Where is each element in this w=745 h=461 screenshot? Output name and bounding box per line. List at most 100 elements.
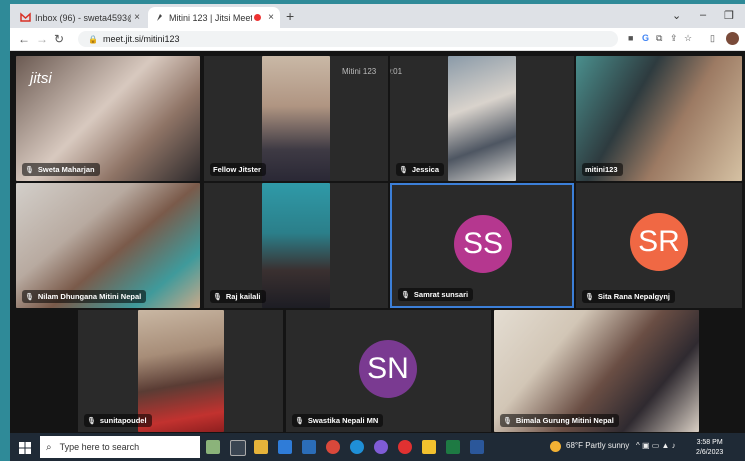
participant-video <box>448 56 516 181</box>
store-icon[interactable] <box>302 440 316 454</box>
avatar: SN <box>359 340 417 398</box>
participant-name: Nilam Dhungana Mitini Nepal <box>37 292 142 301</box>
weather-text[interactable]: 68°F Partly sunny <box>566 441 629 450</box>
meeting-room-name: Mitini 123 <box>342 67 377 76</box>
lock-icon: 🔒 <box>88 34 98 44</box>
tray-icons[interactable]: ^ ▣ ▭ ▲ ♪ <box>636 441 676 450</box>
participant-video <box>262 183 330 308</box>
participant-name: Swastika Nepali MN <box>307 416 379 425</box>
forward-arrow-icon[interactable]: → <box>36 32 48 46</box>
tab-jitsi[interactable]: Mitini 123 | Jitsi Meet × <box>148 7 280 28</box>
camera-indicator-icon[interactable]: ■ <box>628 33 633 43</box>
address-bar[interactable]: 🔒 meet.jit.si/mitini123 <box>78 31 618 47</box>
reload-icon[interactable]: ↻ <box>54 32 64 46</box>
participant-name-tag: 🎙 sunitapoudel <box>84 414 152 427</box>
participant-name-tag: 🎙 Nilam Dhungana Mitini Nepal <box>22 290 147 303</box>
video-grid: jitsi 🎙 Sweta Maharjan Mitini 123 Fellow … <box>10 51 745 433</box>
mic-icon: 🎙 <box>87 417 96 425</box>
tab-gmail-label: Inbox (96) - sweta4593@gmail.c <box>35 12 131 23</box>
participant-name: Bimala Gurung Mitini Nepal <box>515 416 614 425</box>
close-icon[interactable]: × <box>134 12 140 23</box>
mic-icon: 🎙 <box>585 293 594 301</box>
participant-name: Fellow Jitster <box>213 165 261 174</box>
file-explorer-icon[interactable] <box>254 440 268 454</box>
close-icon[interactable]: × <box>268 12 274 23</box>
taskbar-clock[interactable]: 3:58 PM 2/6/2023 <box>696 438 723 458</box>
participant-name-tag: Fellow Jitster <box>210 163 266 176</box>
participant-tile[interactable]: SN 🎙 Swastika Nepali MN <box>286 310 491 432</box>
participant-tile[interactable]: 🎙 Bimala Gurung Mitini Nepal <box>494 310 699 432</box>
google-icon[interactable]: G <box>642 33 649 43</box>
chrome-icon[interactable] <box>326 440 340 454</box>
avatar: SS <box>454 215 512 273</box>
participant-name: Samrat sunsari <box>413 290 469 299</box>
tab-jitsi-label: Mitini 123 | Jitsi Meet <box>169 12 253 23</box>
restore-icon[interactable]: ❐ <box>724 9 734 22</box>
clock-time: 3:58 PM <box>696 439 723 446</box>
url-text: meet.jit.si/mitini123 <box>102 34 180 44</box>
back-arrow-icon[interactable]: ← <box>18 32 30 46</box>
mic-icon: 🎙 <box>503 417 512 425</box>
windows-taskbar: ⌕ Type here to search 68°F Partly sunny … <box>10 433 745 461</box>
tab-gmail[interactable]: Inbox (96) - sweta4593@gmail.c × <box>14 7 146 28</box>
mic-icon: 🎙 <box>399 166 408 174</box>
new-tab-button[interactable]: + <box>286 8 294 24</box>
gmail-icon <box>20 12 31 23</box>
screen: Inbox (96) - sweta4593@gmail.c × Mitini … <box>10 4 745 461</box>
jitsi-logo: jitsi <box>30 70 52 87</box>
sidebar-icon[interactable]: ▯ <box>710 33 715 44</box>
participant-tile[interactable]: 59:01 🎙Jessica <box>390 56 574 181</box>
participant-name-tag: 🎙 Swastika Nepali MN <box>292 414 384 427</box>
participant-name-tag: 🎙 Sweta Maharjan <box>22 163 100 176</box>
share-icon[interactable]: ⇪ <box>670 33 678 44</box>
excel-icon[interactable] <box>446 440 460 454</box>
participant-tile[interactable]: 🎙 Raj kailali <box>204 183 388 308</box>
browser-toolbar: ← → ↻ 🔒 meet.jit.si/mitini123 ■ G ⧉ ⇪ ☆ … <box>10 28 745 51</box>
search-highlight-icon[interactable] <box>206 440 220 454</box>
participant-name: Raj kailali <box>225 292 261 301</box>
translate-icon[interactable]: ⧉ <box>656 33 662 44</box>
participant-name: Sita Rana Nepalgynj <box>597 292 670 301</box>
avatar: SR <box>630 213 688 271</box>
viber-icon[interactable] <box>374 440 388 454</box>
participant-tile[interactable]: SS 🎙 Samrat sunsari <box>390 183 574 308</box>
jitsi-tab-icon <box>154 12 165 23</box>
participant-name-tag: mitini123 <box>582 163 623 176</box>
participant-name: sunitapoudel <box>99 416 147 425</box>
bookmark-star-icon[interactable]: ☆ <box>684 33 692 44</box>
mail-icon[interactable] <box>278 440 292 454</box>
participant-tile[interactable]: SR 🎙 Sita Rana Nepalgynj <box>576 183 742 308</box>
sticky-notes-icon[interactable] <box>422 440 436 454</box>
participant-tile[interactable]: jitsi 🎙 Sweta Maharjan <box>16 56 200 181</box>
browser-tab-strip: Inbox (96) - sweta4593@gmail.c × Mitini … <box>10 4 745 28</box>
participant-tile[interactable]: mitini123 <box>576 56 742 181</box>
search-placeholder: Type here to search <box>59 442 140 452</box>
search-icon: ⌕ <box>46 441 52 453</box>
clock-date: 2/6/2023 <box>696 449 724 456</box>
participant-name-tag: 🎙 Samrat sunsari <box>398 288 474 301</box>
participant-name-tag: 🎙 Jessica <box>396 163 445 176</box>
participant-tile[interactable]: 🎙 sunitapoudel <box>78 310 283 432</box>
participant-name: Jessica <box>411 165 440 174</box>
profile-avatar[interactable] <box>726 32 739 45</box>
windows-start-icon[interactable] <box>19 441 31 454</box>
task-view-icon[interactable] <box>230 440 246 456</box>
participant-video <box>262 56 330 181</box>
mic-icon: 🎙 <box>295 417 304 425</box>
taskbar-search-box[interactable]: ⌕ Type here to search <box>40 436 200 458</box>
participant-name-tag: 🎙 Sita Rana Nepalgynj <box>582 290 675 303</box>
mic-icon: 🎙 <box>25 293 34 301</box>
participant-tile[interactable]: 🎙 Nilam Dhungana Mitini Nepal <box>16 183 200 308</box>
opera-icon[interactable] <box>398 440 412 454</box>
participant-tile[interactable]: Mitini 123 Fellow Jitster <box>204 56 388 181</box>
word-icon[interactable] <box>470 440 484 454</box>
recording-dot-icon <box>254 14 262 21</box>
minimize-button[interactable]: – <box>700 9 706 21</box>
participant-name: mitini123 <box>585 165 618 174</box>
edge-icon[interactable] <box>350 440 364 454</box>
participant-name: Sweta Maharjan <box>37 165 95 174</box>
meeting-timer: 59:01 <box>390 67 403 76</box>
tab-search-button[interactable]: ⌄ <box>672 9 681 22</box>
participant-name-tag: 🎙 Raj kailali <box>210 290 266 303</box>
mic-icon: 🎙 <box>401 291 410 299</box>
